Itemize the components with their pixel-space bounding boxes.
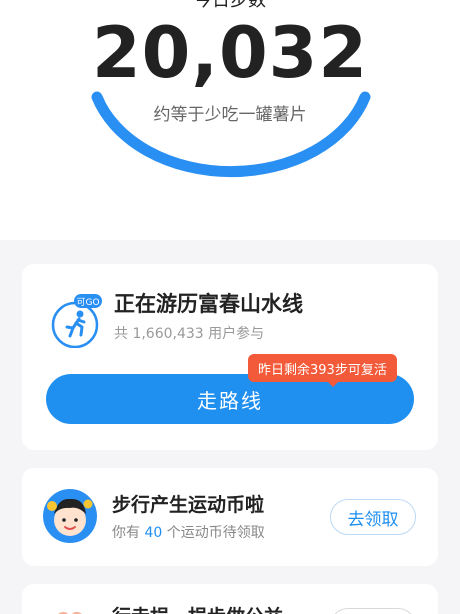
- claim-coins-button[interactable]: 去领取: [330, 499, 416, 535]
- avatar-icon: [43, 489, 97, 543]
- coin-card: 步行产生运动币啦 你有 40 个运动币待领取 去领取: [22, 468, 438, 566]
- revive-tip: 昨日剩余393步可复活: [248, 354, 397, 382]
- donate-button[interactable]: [330, 608, 416, 614]
- coin-description: 你有 40 个运动币待领取: [112, 522, 265, 542]
- heart-hand-icon: [58, 611, 82, 614]
- coin-count: 40: [144, 525, 163, 541]
- donate-card: 行走捐，捐步做公益: [22, 584, 438, 614]
- route-runner-icon: 可GO: [51, 294, 102, 348]
- coin-desc-prefix: 你有: [112, 525, 140, 541]
- coin-desc-suffix: 个运动币待领取: [166, 525, 265, 541]
- step-count: 20,032: [91, 12, 369, 94]
- route-card: 可GO 正在游历富春山水线 共 1,660,433 用户参与 走路线 昨日剩余3…: [22, 264, 438, 450]
- route-participants: 共 1,660,433 用户参与: [114, 326, 265, 342]
- steps-panel: 今日步数 20,032 约等于少吃一罐薯片: [0, 0, 460, 240]
- revive-tip-arrow: [327, 381, 339, 387]
- route-badge: 可GO: [76, 297, 99, 308]
- step-equivalent-text: 约等于少吃一罐薯片: [153, 105, 307, 125]
- route-title: 正在游历富春山水线: [114, 292, 303, 316]
- coin-title: 步行产生运动币啦: [112, 494, 265, 516]
- donate-title: 行走捐，捐步做公益: [112, 602, 283, 614]
